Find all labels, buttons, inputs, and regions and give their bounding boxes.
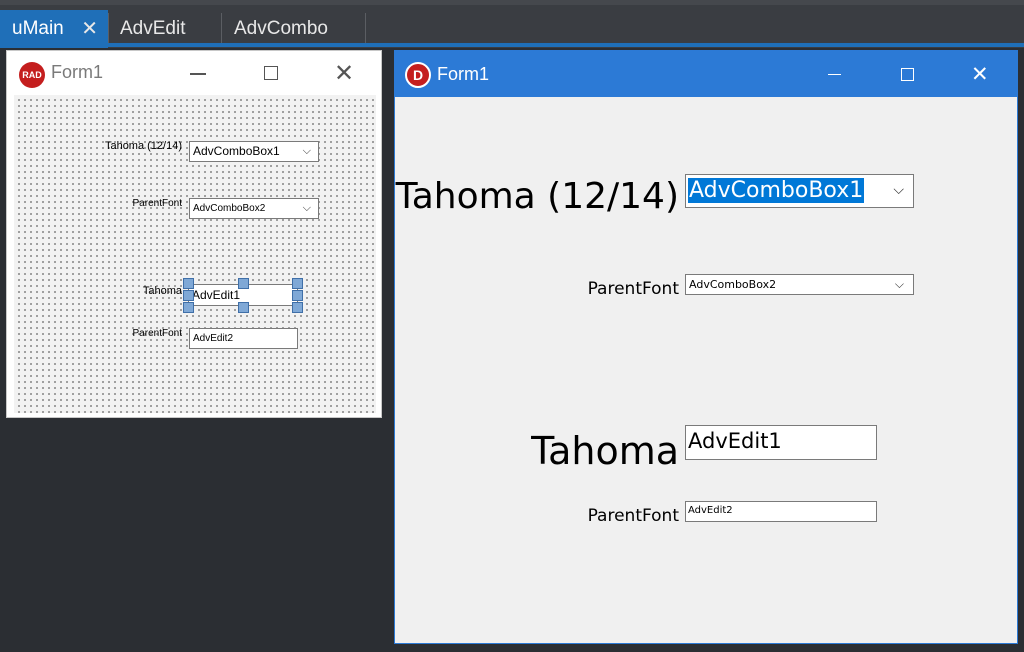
edit-text: AdvEdit1 bbox=[192, 288, 241, 302]
resize-handle[interactable] bbox=[183, 302, 194, 313]
runtime-title: Form1 bbox=[437, 64, 490, 84]
rad-logo-icon: RAD bbox=[19, 62, 45, 88]
designer-canvas[interactable]: Tahoma (12/14) AdvComboBox1 ⌵ ParentFont… bbox=[14, 95, 376, 413]
label-tahoma-12-14[interactable]: Tahoma (12/14) bbox=[90, 140, 182, 152]
close-icon[interactable]: ✕ bbox=[971, 62, 989, 86]
tab-underline bbox=[0, 43, 1024, 47]
resize-handle[interactable] bbox=[183, 290, 194, 301]
maximize-icon[interactable] bbox=[264, 66, 278, 80]
tab-separator bbox=[365, 13, 366, 45]
advcombobox2[interactable]: AdvComboBox2 ⌵ bbox=[685, 274, 914, 295]
combo-text: AdvComboBox2 bbox=[193, 203, 266, 214]
edit-text: AdvEdit2 bbox=[193, 333, 234, 344]
chevron-down-icon[interactable]: ⌵ bbox=[895, 275, 904, 294]
edit-text: AdvEdit1 bbox=[688, 429, 782, 453]
combo-text-selected: AdvComboBox1 bbox=[688, 178, 865, 203]
tab-label: AdvEdit bbox=[120, 18, 186, 39]
resize-handle[interactable] bbox=[238, 302, 249, 313]
designer-form[interactable]: RAD Form1 ✕ Tahoma (12/14) AdvComboBox1 … bbox=[6, 50, 382, 418]
label-parentfont-2[interactable]: ParentFont bbox=[104, 328, 182, 339]
tab-label: AdvCombo bbox=[234, 18, 328, 39]
edit-text: AdvEdit2 bbox=[688, 505, 733, 516]
minimize-icon[interactable] bbox=[190, 73, 206, 75]
label-tahoma: Tahoma bbox=[531, 429, 679, 473]
designer-title: Form1 bbox=[51, 62, 104, 82]
resize-handle[interactable] bbox=[238, 278, 249, 289]
advcombobox2[interactable]: AdvComboBox2 ⌵ bbox=[189, 198, 319, 219]
tab-label: uMain bbox=[12, 18, 64, 39]
label-parentfont[interactable]: ParentFont bbox=[104, 198, 182, 209]
label-tahoma[interactable]: Tahoma bbox=[124, 285, 182, 297]
maximize-icon[interactable] bbox=[901, 68, 914, 81]
close-icon[interactable]: ✕ bbox=[334, 59, 354, 87]
advedit1[interactable]: AdvEdit1 bbox=[685, 425, 877, 460]
resize-handle[interactable] bbox=[292, 278, 303, 289]
advcombobox1[interactable]: AdvComboBox1 ⌵ bbox=[685, 174, 914, 208]
advedit2[interactable]: AdvEdit2 bbox=[189, 328, 298, 349]
chevron-down-icon: ⌵ bbox=[302, 145, 311, 157]
delphi-logo-icon: D bbox=[405, 62, 431, 88]
chevron-down-icon: ⌵ bbox=[302, 202, 311, 214]
combo-text: AdvComboBox1 bbox=[193, 144, 280, 158]
resize-handle[interactable] bbox=[292, 290, 303, 301]
resize-handle[interactable] bbox=[292, 302, 303, 313]
editor-tab-bar: uMain ✕ AdvEdit AdvCombo bbox=[0, 0, 1024, 48]
runtime-form-window[interactable]: D Form1 ✕ Tahoma (12/14) AdvComboBox1 ⌵ … bbox=[394, 50, 1018, 644]
advedit2[interactable]: AdvEdit2 bbox=[685, 501, 877, 522]
resize-handle[interactable] bbox=[183, 278, 194, 289]
designer-title-bar[interactable]: RAD Form1 ✕ bbox=[7, 51, 381, 95]
advcombobox1[interactable]: AdvComboBox1 ⌵ bbox=[189, 141, 319, 162]
minimize-icon[interactable] bbox=[828, 74, 841, 76]
label-tahoma-12-14: Tahoma (12/14) bbox=[395, 176, 679, 217]
combo-text: AdvComboBox2 bbox=[689, 278, 777, 291]
label-parentfont-2: ParentFont bbox=[587, 506, 679, 526]
label-parentfont: ParentFont bbox=[587, 279, 679, 299]
chevron-down-icon[interactable]: ⌵ bbox=[893, 175, 904, 205]
runtime-title-bar[interactable]: D Form1 ✕ bbox=[395, 51, 1017, 97]
